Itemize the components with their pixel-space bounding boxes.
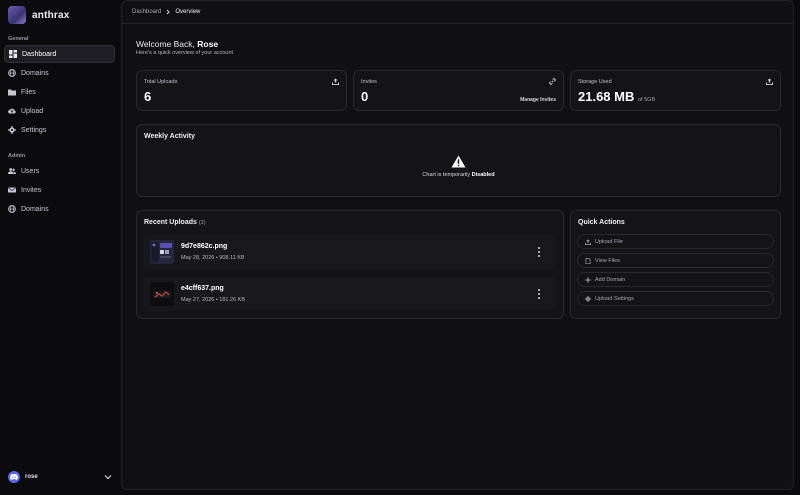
main-panel: Dashboard Overview Welcome Back, Rose He… <box>121 0 794 490</box>
view-files-button[interactable]: View Files <box>577 253 774 268</box>
globe-icon <box>8 69 16 77</box>
sidebar-item-admin-domains[interactable]: Domains <box>4 200 115 218</box>
sidebar-item-dashboard[interactable]: Dashboard <box>4 45 115 63</box>
globe-icon <box>8 205 16 213</box>
welcome-name: Rose <box>197 39 219 49</box>
button-label: View Files <box>595 257 620 264</box>
stat-value: 0 <box>361 89 369 104</box>
chevron-right-icon <box>167 9 171 15</box>
chart-disabled-prefix: Chart is temporarily <box>422 172 472 178</box>
file-name: 9d7e862c.png <box>181 243 228 250</box>
sidebar-item-label: Domains <box>21 205 49 213</box>
button-label: Upload File <box>595 238 623 245</box>
list-item[interactable]: 9d7e862c.png May 28, 2026 • 908.11 KB <box>144 235 556 269</box>
button-label: Add Domain <box>595 276 626 283</box>
upload-file-button[interactable]: Upload File <box>577 234 774 249</box>
quick-actions-card: Quick Actions Upload File View Files Add… <box>570 210 781 319</box>
file-name: e4cff637.png <box>181 285 224 292</box>
file-thumbnail <box>150 282 174 306</box>
sidebar-item-users[interactable]: Users <box>4 162 115 180</box>
sidebar-item-label: Domains <box>21 69 49 77</box>
upload-settings-button[interactable]: Upload Settings <box>577 291 774 306</box>
gear-icon <box>585 295 591 302</box>
chart-disabled-notice: Chart is temporarily Disabled <box>137 155 780 178</box>
stat-title: Invites <box>361 79 377 85</box>
breadcrumb-parent[interactable]: Dashboard <box>132 9 161 15</box>
discord-icon <box>10 474 18 480</box>
user-name: rose <box>25 474 38 480</box>
users-icon <box>8 168 16 174</box>
file-icon <box>585 257 591 264</box>
chart-disabled-text: Chart is temporarily Disabled <box>422 172 494 178</box>
upload-icon <box>766 78 773 85</box>
sidebar-item-label: Dashboard <box>22 50 57 58</box>
thumbnail-image <box>150 282 174 306</box>
brand-name: anthrax <box>32 9 70 21</box>
brand[interactable]: anthrax <box>8 6 70 24</box>
avatar <box>8 471 20 483</box>
more-options-icon[interactable] <box>537 289 541 299</box>
breadcrumb: Dashboard Overview <box>122 1 793 24</box>
stat-card-invites: Invites 0 Manage Invites <box>353 70 564 111</box>
sidebar-item-label: Users <box>21 167 40 175</box>
file-meta: May 27, 2026 • 181.26 KB <box>181 297 245 303</box>
sidebar-item-files[interactable]: Files <box>4 83 115 101</box>
storage-limit: of 5GB <box>638 97 656 103</box>
section-label-admin: Admin <box>8 153 26 159</box>
sidebar-item-settings[interactable]: Settings <box>4 121 115 139</box>
breadcrumb-current: Overview <box>175 9 201 15</box>
add-domain-button[interactable]: Add Domain <box>577 272 774 287</box>
recent-uploads-card: Recent Uploads (2) 9d7e862c.png May 28, … <box>136 210 564 319</box>
stat-card-uploads: Total Uploads 6 <box>136 70 347 111</box>
welcome-prefix: Welcome Back, <box>136 39 198 49</box>
card-title: Quick Actions <box>578 219 625 226</box>
envelope-icon <box>8 187 16 193</box>
upload-icon <box>585 238 591 245</box>
weekly-activity-card: Weekly Activity Chart is temporarily Dis… <box>136 124 781 197</box>
stat-card-storage: Storage Used 21.68 MB of 5GB <box>570 70 781 111</box>
section-label-general: General <box>8 36 29 42</box>
page-subtitle: Here's a quick overview of your account <box>136 50 234 56</box>
storage-used: 21.68 MB <box>578 89 635 104</box>
plus-icon <box>585 276 591 283</box>
folder-icon <box>8 89 16 96</box>
warning-icon <box>451 155 466 168</box>
brand-logo <box>8 6 26 24</box>
sidebar-item-label: Upload <box>21 107 44 115</box>
chevron-down-icon[interactable] <box>104 474 112 480</box>
cloud-upload-icon <box>8 108 16 114</box>
recent-uploads-title: Recent Uploads <box>144 219 197 226</box>
sidebar-item-label: Files <box>21 88 36 96</box>
stat-value: 6 <box>144 89 152 104</box>
manage-invites-link[interactable]: Manage Invites <box>520 97 556 103</box>
user-menu[interactable]: rose <box>8 470 112 484</box>
stat-value: 21.68 MB of 5GB <box>578 89 655 104</box>
page-title: Welcome Back, Rose <box>136 39 218 49</box>
gear-icon <box>8 126 16 134</box>
list-item[interactable]: e4cff637.png May 27, 2026 • 181.26 KB <box>144 277 556 311</box>
sidebar-item-label: Settings <box>21 126 47 134</box>
recent-uploads-count: (2) <box>198 220 206 226</box>
file-thumbnail <box>150 240 174 264</box>
stat-title: Storage Used <box>578 79 612 85</box>
sidebar-item-label: Invites <box>21 186 42 194</box>
more-options-icon[interactable] <box>537 247 541 257</box>
sidebar-item-invites[interactable]: Invites <box>4 181 115 199</box>
sidebar-item-upload[interactable]: Upload <box>4 102 115 120</box>
card-title: Weekly Activity <box>144 133 195 140</box>
button-label: Upload Settings <box>595 295 634 302</box>
link-icon <box>549 78 556 85</box>
sidebar: anthrax General Dashboard Domains Files … <box>0 0 120 495</box>
card-title: Recent Uploads (2) <box>144 219 206 226</box>
sidebar-item-domains[interactable]: Domains <box>4 64 115 82</box>
upload-icon <box>332 78 339 85</box>
dashboard-icon <box>9 50 17 58</box>
file-meta: May 28, 2026 • 908.11 KB <box>181 255 245 261</box>
stat-title: Total Uploads <box>144 79 178 85</box>
thumbnail-image <box>150 240 174 264</box>
chart-disabled-emphasis: Disabled <box>471 172 495 178</box>
